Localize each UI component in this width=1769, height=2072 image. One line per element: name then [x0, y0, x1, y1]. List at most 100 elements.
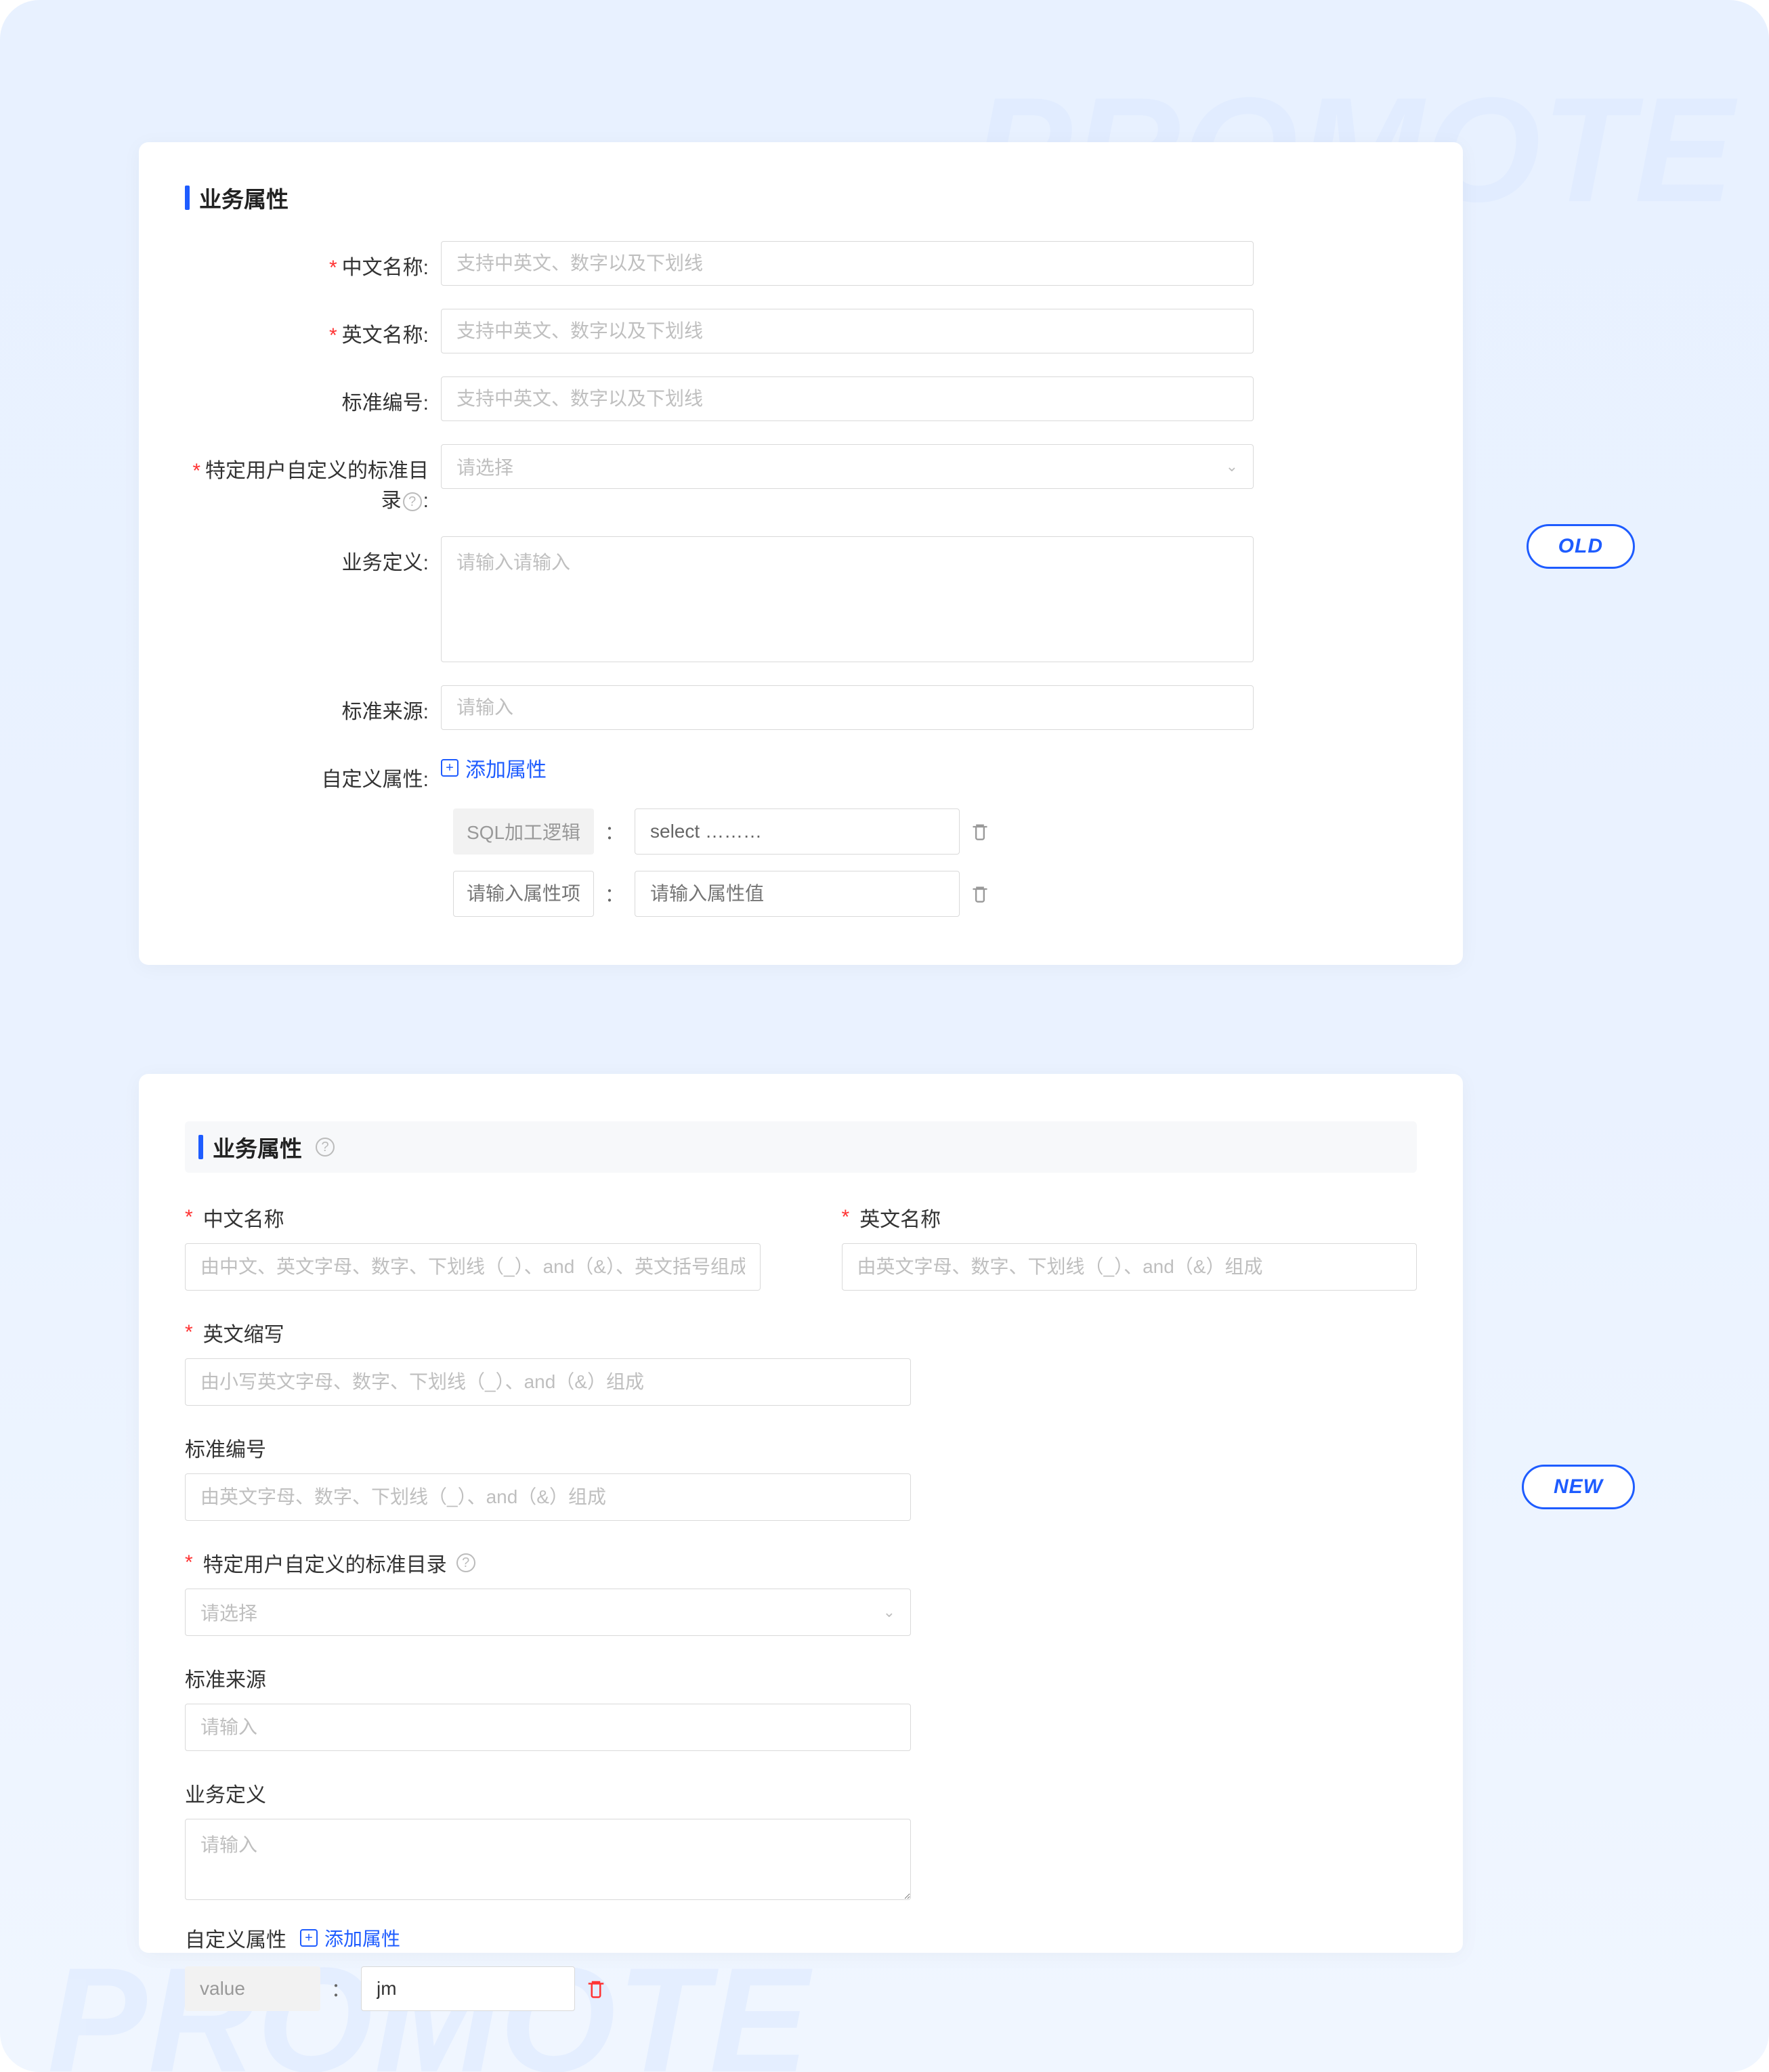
- row-std-src: 标准来源:: [185, 685, 1417, 730]
- input-std-code[interactable]: [185, 1473, 911, 1521]
- trash-icon[interactable]: [971, 884, 989, 903]
- section-header-new: 业务属性 ?: [185, 1121, 1417, 1173]
- section-title: 业务属性: [199, 181, 289, 214]
- textarea-biz-def[interactable]: [441, 536, 1254, 662]
- select-user-dir[interactable]: 请选择 ⌄: [185, 1589, 911, 1636]
- panel-old: 业务属性 *中文名称: *英文名称: 标准编号: *特定用户自定义的标准目录?:…: [139, 142, 1463, 965]
- trash-icon[interactable]: [971, 822, 989, 841]
- field-user-dir: * 特定用户自定义的标准目录? 请选择 ⌄: [185, 1548, 911, 1636]
- label-custom: 自定义属性:: [185, 753, 441, 792]
- label-text: 中文名称:: [342, 257, 429, 279]
- input-en-name[interactable]: [441, 309, 1254, 353]
- row-en-name: *英文名称:: [185, 309, 1417, 353]
- label-user-dir: *特定用户自定义的标准目录?:: [185, 444, 441, 513]
- label-text: 英文缩写: [203, 1318, 284, 1347]
- form-grid-new: * 中文名称 * 英文名称 * 英文缩写 标准编号 * 特定用户自定义的标准目录? 请选…: [185, 1203, 1417, 1900]
- custom-key-0[interactable]: [453, 808, 594, 855]
- label-std-src: 标准来源: [185, 1663, 911, 1693]
- field-cn-name: * 中文名称: [185, 1203, 761, 1291]
- label-text: 英文名称: [859, 1203, 941, 1232]
- label-text: 业务定义:: [342, 552, 429, 574]
- required-mark: *: [329, 324, 337, 347]
- add-property-link[interactable]: + 添加属性: [441, 753, 547, 783]
- input-std-src[interactable]: [441, 685, 1254, 730]
- add-label: 添加属性: [324, 1924, 400, 1951]
- label-text: 标准来源:: [342, 701, 429, 723]
- select-placeholder: 请选择: [456, 453, 513, 480]
- label-std-code: 标准编号: [185, 1433, 911, 1463]
- label-std-code: 标准编号:: [185, 376, 441, 416]
- custom-row-0: ：: [453, 808, 1417, 855]
- field-en-name: * 英文名称: [842, 1203, 1418, 1291]
- row-std-code: 标准编号:: [185, 376, 1417, 421]
- row-custom: 自定义属性: + 添加属性: [185, 753, 1417, 792]
- custom-row: ：: [185, 1966, 1417, 2011]
- row-biz-def: 业务定义:: [185, 536, 1417, 662]
- select-placeholder: 请选择: [200, 1599, 257, 1626]
- colon: ：: [605, 880, 624, 907]
- label-cn-name: * 中文名称: [185, 1203, 761, 1232]
- label-biz-def: 业务定义: [185, 1778, 911, 1808]
- colon: ：: [331, 1975, 350, 2002]
- custom-val-0[interactable]: [635, 808, 960, 855]
- label-text: 中文名称: [203, 1203, 284, 1232]
- colon: ：: [605, 818, 624, 845]
- label-en-abbr: * 英文缩写: [185, 1318, 911, 1347]
- plus-icon: +: [300, 1929, 318, 1947]
- input-std-src[interactable]: [185, 1704, 911, 1751]
- label-cn-name: *中文名称:: [185, 241, 441, 280]
- add-label: 添加属性: [465, 753, 547, 783]
- required-mark: *: [329, 257, 337, 279]
- custom-key-1[interactable]: [453, 871, 594, 917]
- required-mark: *: [842, 1206, 850, 1229]
- label-text: 特定用户自定义的标准目录: [203, 1548, 447, 1578]
- plus-icon: +: [441, 759, 459, 777]
- label-text: 自定义属性: [185, 1923, 286, 1953]
- section-bar-icon: [185, 186, 190, 210]
- input-en-name[interactable]: [842, 1243, 1418, 1291]
- select-user-dir[interactable]: 请选择 ⌄: [441, 444, 1254, 489]
- label-text: 自定义属性:: [322, 769, 429, 791]
- input-en-abbr[interactable]: [185, 1358, 911, 1406]
- row-cn-name: *中文名称:: [185, 241, 1417, 286]
- custom-header: 自定义属性 + 添加属性: [185, 1923, 1417, 1953]
- label-text: 标准编号: [185, 1433, 266, 1463]
- custom-val-1[interactable]: [635, 871, 960, 917]
- label-std-src: 标准来源:: [185, 685, 441, 725]
- help-icon[interactable]: ?: [316, 1138, 335, 1157]
- input-cn-name[interactable]: [441, 241, 1254, 286]
- label-text: 标准来源: [185, 1663, 266, 1693]
- label-en-name: *英文名称:: [185, 309, 441, 348]
- add-property-link[interactable]: + 添加属性: [300, 1924, 400, 1951]
- help-icon[interactable]: ?: [456, 1553, 475, 1572]
- row-user-dir: *特定用户自定义的标准目录?: 请选择 ⌄: [185, 444, 1417, 513]
- chevron-down-icon: ⌄: [1226, 458, 1238, 475]
- input-cn-name[interactable]: [185, 1243, 761, 1291]
- label-en-name: * 英文名称: [842, 1203, 1418, 1232]
- custom-val[interactable]: [361, 1966, 575, 2011]
- badge-old: OLD: [1527, 524, 1635, 569]
- colon: :: [423, 490, 429, 512]
- field-en-abbr: * 英文缩写: [185, 1318, 911, 1406]
- input-std-code[interactable]: [441, 376, 1254, 421]
- field-biz-def: 业务定义: [185, 1778, 911, 1900]
- required-mark: *: [185, 1551, 193, 1574]
- section-title: 业务属性: [213, 1131, 302, 1163]
- label-text: 标准编号:: [342, 392, 429, 414]
- required-mark: *: [192, 460, 200, 482]
- textarea-biz-def[interactable]: [185, 1819, 911, 1900]
- field-std-code: 标准编号: [185, 1433, 911, 1521]
- required-mark: *: [185, 1206, 193, 1229]
- label-text: 英文名称:: [342, 324, 429, 347]
- section-bar-icon: [198, 1135, 203, 1159]
- trash-icon[interactable]: [586, 1979, 606, 1999]
- chevron-down-icon: ⌄: [883, 1603, 895, 1621]
- label-text: 特定用户自定义的标准目录: [205, 460, 429, 512]
- required-mark: *: [185, 1321, 193, 1344]
- label-user-dir: * 特定用户自定义的标准目录?: [185, 1548, 911, 1578]
- panel-new: 业务属性 ? * 中文名称 * 英文名称 * 英文缩写 标准编号 * 特定用户自定义的标…: [139, 1074, 1463, 1953]
- canvas: PROMOTE PROMOTE 业务属性 *中文名称: *英文名称: 标准编号:…: [0, 0, 1769, 2072]
- help-icon[interactable]: ?: [403, 492, 422, 511]
- custom-row-1: ：: [453, 871, 1417, 917]
- custom-key[interactable]: [185, 1966, 320, 2011]
